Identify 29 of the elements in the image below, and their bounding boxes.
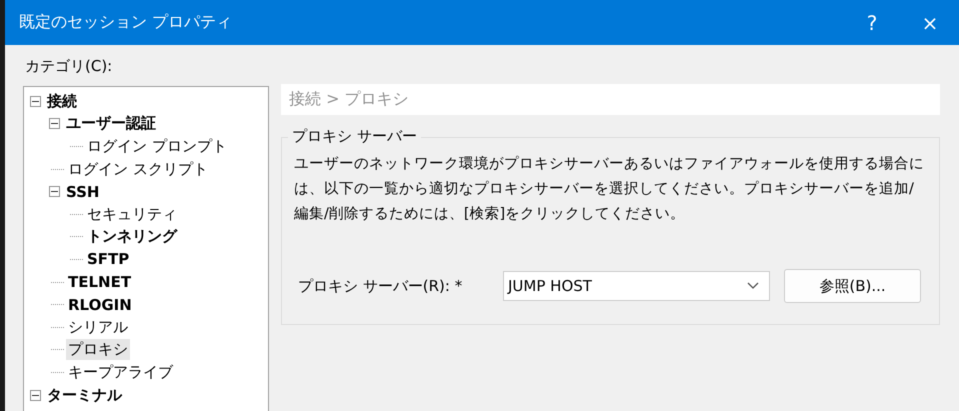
- tree-item[interactable]: SSH: [64, 182, 102, 202]
- tree-item[interactable]: ユーザー認証: [64, 113, 158, 134]
- tree-item[interactable]: 接続: [45, 90, 79, 112]
- tree-item[interactable]: シリアル: [66, 316, 130, 338]
- tree-item[interactable]: セキュリティ: [85, 204, 179, 225]
- help-button[interactable]: ?: [843, 0, 901, 45]
- category-label: カテゴリ(C):: [25, 57, 114, 76]
- tree-item[interactable]: トンネリング: [85, 226, 179, 248]
- collapse-icon[interactable]: [49, 186, 60, 198]
- collapse-icon[interactable]: [30, 390, 41, 401]
- tree-item[interactable]: RLOGIN: [66, 294, 134, 315]
- proxy-server-label: プロキシ サーバー(R): *: [297, 276, 464, 296]
- description-text: ユーザーのネットワーク環境がプロキシサーバーあるいはファイアウォールを使用する場合には、以下の一覧から適切なプロキシサーバーを選択してください。プロキシサーバーを追加/編集/削除するためには、[検索]をクリックしてください。: [294, 154, 925, 224]
- tree-item[interactable]: プロキシ: [66, 339, 130, 360]
- tree-item[interactable]: ログイン スクリプト: [66, 158, 210, 180]
- tree-item[interactable]: ターミナル: [45, 384, 124, 406]
- tree-item[interactable]: SFTP: [85, 249, 132, 270]
- close-button[interactable]: ×: [901, 0, 959, 45]
- collapse-icon[interactable]: [49, 118, 60, 130]
- breadcrumb-text: 接続 > プロキシ: [281, 84, 940, 115]
- tree-item[interactable]: キープアライブ: [66, 362, 175, 383]
- tree-item[interactable]: TELNET: [66, 272, 134, 292]
- collapse-icon[interactable]: [30, 96, 41, 107]
- proxy-server-dropdown[interactable]: JUMP HOST: [503, 271, 770, 301]
- tree-item[interactable]: ログイン プロンプト: [85, 136, 229, 157]
- window-title: 既定のセッション プロパティ: [19, 12, 234, 33]
- chevron-down-icon: [747, 282, 759, 290]
- group-legend: プロキシ サーバー: [288, 127, 421, 146]
- browse-button[interactable]: 参照(B)...: [784, 269, 921, 303]
